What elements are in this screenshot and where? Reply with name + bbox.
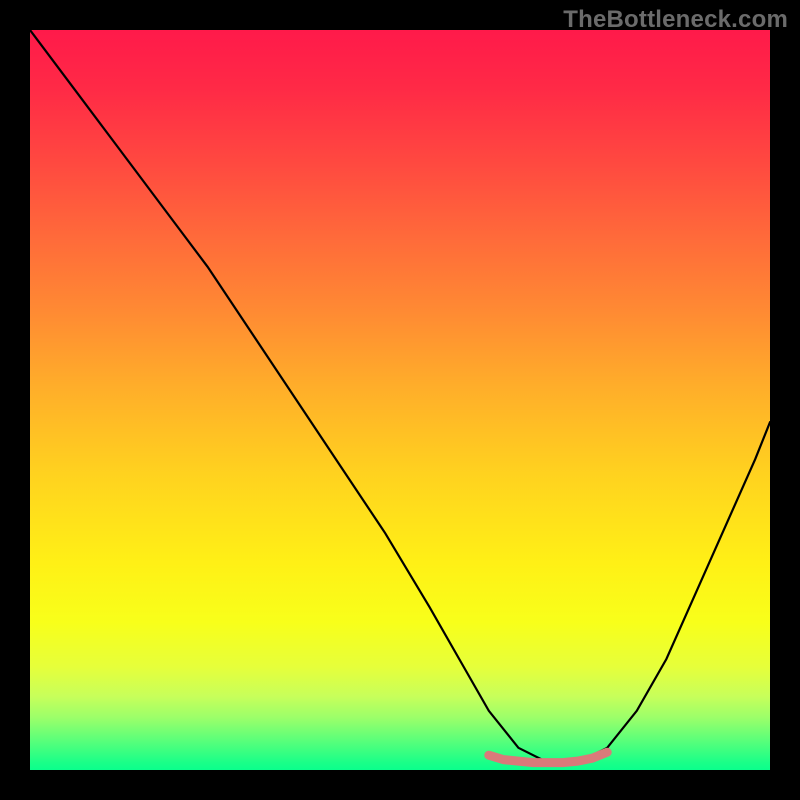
bottleneck-curve	[30, 30, 770, 763]
chart-container: TheBottleneck.com	[0, 0, 800, 800]
plot-area	[30, 30, 770, 770]
chart-svg	[30, 30, 770, 770]
optimal-range-marker	[489, 752, 607, 762]
